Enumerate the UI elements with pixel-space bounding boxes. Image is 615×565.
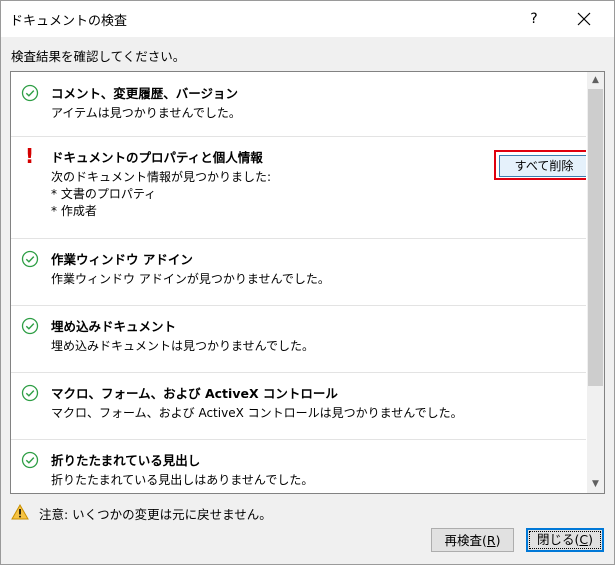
result-line: マクロ、フォーム、および ActiveX コントロールは見つかりませんでした。 [51,406,463,420]
result-line: * 作成者 [51,204,97,218]
close-button[interactable]: 閉じる(C) [526,528,604,552]
remove-all-button[interactable]: すべて削除 [499,155,586,177]
result-description: アイテムは見つかりませんでした。 [51,105,241,122]
result-line: アイテムは見つかりませんでした。 [51,106,241,120]
result-description: 次のドキュメント情報が見つかりました: * 文書のプロパティ * 作成者 [51,169,271,220]
result-item-macros: マクロ、フォーム、および ActiveX コントロール マクロ、フォーム、および… [11,372,586,440]
result-line: 折りたたまれている見出しはありませんでした。 [51,473,314,487]
result-item-embedded-documents: 埋め込みドキュメント 埋め込みドキュメントは見つかりませんでした。 [11,305,586,373]
footer-note: 注意: いくつかの変更は元に戻せません。 [39,507,272,522]
scroll-up-arrow-icon[interactable]: ▲ [587,72,604,89]
warning-triangle-icon [11,504,29,520]
result-item-comments: コメント、変更履歴、バージョン アイテムは見つかりませんでした。 [11,72,586,137]
result-heading: マクロ、フォーム、および ActiveX コントロール [51,386,338,401]
result-item-collapsed-headings: 折りたたまれている見出し 折りたたまれている見出しはありませんでした。 [11,439,586,493]
check-circle-icon [21,451,39,469]
check-circle-icon [21,84,39,102]
result-heading: 埋め込みドキュメント [51,319,177,334]
remove-all-highlight: すべて削除 [494,150,586,180]
scrollbar-thumb[interactable] [588,89,603,386]
result-description: 作業ウィンドウ アドインが見つかりませんでした。 [51,271,330,288]
document-inspector-dialog: ドキュメントの検査 ? 検査結果を確認してください。 コメント、変更履歴、バージ… [0,0,615,565]
result-description: 折りたたまれている見出しはありませんでした。 [51,472,313,489]
result-heading: コメント、変更履歴、バージョン [51,86,239,101]
check-circle-icon [21,384,39,402]
recheck-accelerator: R [486,533,496,548]
vertical-scrollbar[interactable]: ▲ ▼ [587,72,604,493]
close-icon [577,12,591,26]
close-window-button[interactable] [567,5,601,33]
recheck-label: 再検査( [444,533,487,548]
scroll-down-arrow-icon[interactable]: ▼ [587,476,604,493]
result-description: マクロ、フォーム、および ActiveX コントロールは見つかりませんでした。 [51,405,463,422]
result-line: 作業ウィンドウ アドインが見つかりませんでした。 [51,272,330,286]
results-list[interactable]: コメント、変更履歴、バージョン アイテムは見つかりませんでした。 ! ドキュメン… [10,71,605,494]
result-line: 埋め込みドキュメントは見つかりませんでした。 [51,339,315,353]
results-list-content: コメント、変更履歴、バージョン アイテムは見つかりませんでした。 ! ドキュメン… [11,72,586,493]
help-button[interactable]: ? [517,5,551,33]
title-bar: ドキュメントの検査 ? [1,1,614,37]
exclamation-icon: ! [25,144,35,168]
check-circle-icon [21,250,39,268]
window-title: ドキュメントの検査 [10,14,128,29]
focus-rect [529,531,601,549]
result-heading: ドキュメントのプロパティと個人情報 [51,150,263,165]
recheck-button[interactable]: 再検査(R) [431,528,514,552]
result-line: * 文書のプロパティ [51,187,157,201]
instruction-text: 検査結果を確認してください。 [11,49,186,64]
recheck-suffix: ) [495,533,501,548]
result-line: 次のドキュメント情報が見つかりました: [51,170,272,184]
result-heading: 作業ウィンドウ アドイン [51,252,193,267]
result-description: 埋め込みドキュメントは見つかりませんでした。 [51,338,314,355]
result-item-taskpane-addins: 作業ウィンドウ アドイン 作業ウィンドウ アドインが見つかりませんでした。 [11,238,586,306]
check-circle-icon [21,317,39,335]
result-heading: 折りたたまれている見出し [51,453,201,468]
